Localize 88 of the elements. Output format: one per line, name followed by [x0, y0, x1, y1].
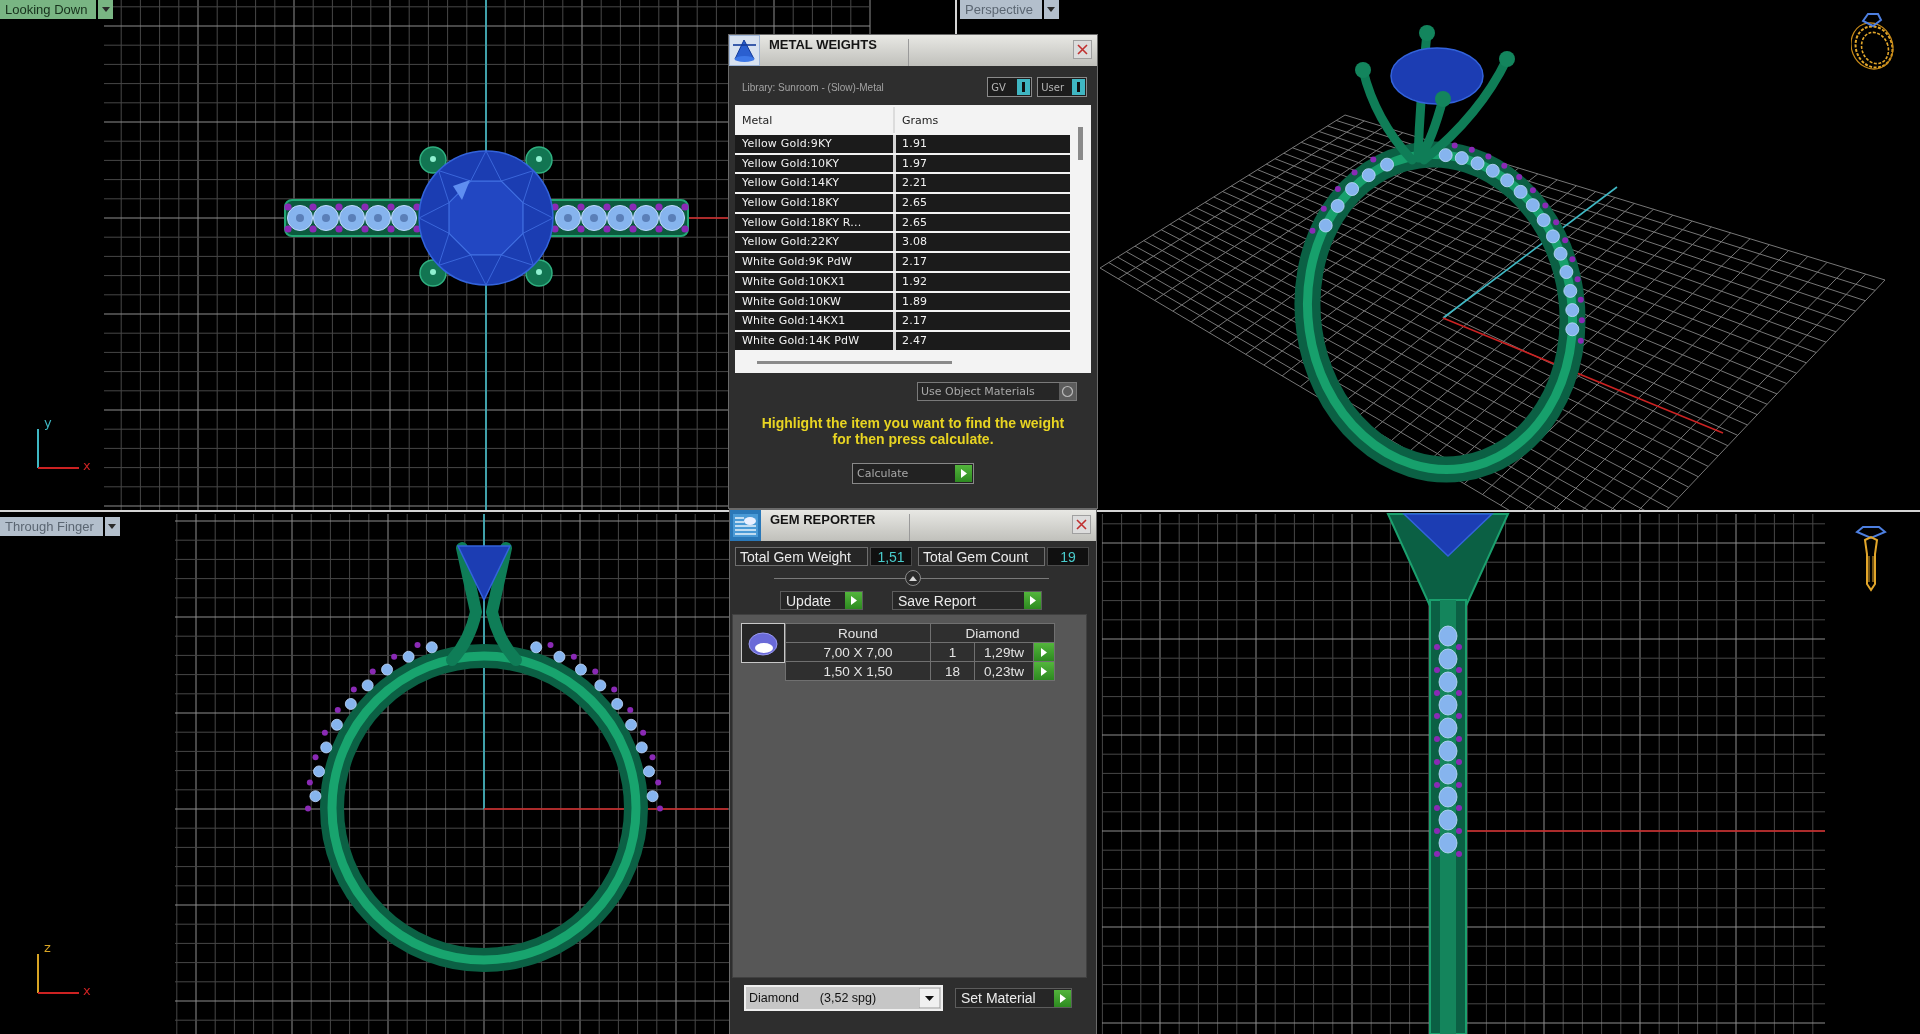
table-row[interactable]: Yellow Gold:10KY 1.97: [735, 154, 1070, 173]
table-cell: 0,23tw: [975, 662, 1033, 680]
ring-side-icon[interactable]: [1855, 526, 1887, 592]
table-cell: 1,29tw: [975, 643, 1033, 661]
table-cell: 18: [931, 662, 974, 680]
table-row[interactable]: White Gold:14K PdW 2.47: [735, 331, 1070, 350]
axis-label: y: [44, 416, 52, 430]
table-cell-text: White Gold:14K PdW: [741, 332, 861, 349]
table-cell: 2.47: [893, 331, 1070, 350]
table-cell-text: White Gold:14KX1: [741, 313, 847, 330]
material-dropdown[interactable]: Diamond (3,52 spg): [744, 985, 943, 1011]
action-button[interactable]: Update: [780, 591, 863, 610]
play-icon: [1059, 993, 1066, 1003]
caret-icon: [1047, 7, 1056, 12]
use-object-materials-toggle[interactable]: Use Object Materials: [917, 382, 1077, 401]
axis-icon: [37, 429, 79, 469]
dialog-title: METAL WEIGHTS: [768, 36, 878, 52]
column-header: Metal: [741, 112, 774, 129]
table-row[interactable]: Yellow Gold:18KY 2.65: [735, 194, 1070, 212]
close-button[interactable]: [1072, 515, 1091, 534]
axis-label: x: [83, 459, 91, 473]
column-header: Diamond: [931, 624, 1054, 642]
column-header: Grams: [893, 107, 1070, 133]
table-row[interactable]: Yellow Gold:14KY 2.21: [735, 174, 1070, 193]
play-icon: [960, 469, 967, 478]
horizontal-scrollbar[interactable]: [757, 361, 952, 364]
table-row[interactable]: White Gold:14KX1 2.17: [735, 312, 1070, 330]
toggle-switch[interactable]: User: [1037, 77, 1087, 97]
table-cell: 1: [931, 643, 974, 661]
table-cell: 1.92: [893, 272, 1070, 291]
table-cell: 7,00 X 7,00: [786, 643, 930, 661]
balance-scale-icon: [729, 35, 760, 66]
table-cell-text: Yellow Gold:18KY R...: [741, 214, 863, 231]
total-value: 19: [1047, 547, 1089, 566]
table-cell-text: Yellow Gold:18KY: [741, 195, 841, 212]
toggle-switch[interactable]: GV: [987, 77, 1033, 97]
axis-icon: [37, 954, 79, 994]
column-header: Round: [786, 624, 930, 642]
table-row[interactable]: White Gold:10KX1 1.92: [735, 272, 1070, 291]
library-label: Library: Sunroom - (Slow)-Metal: [742, 81, 884, 93]
table-cell-text: White Gold:10KW: [741, 293, 843, 310]
play-icon: [1029, 596, 1036, 605]
table-cell-text: Yellow Gold:10KY: [741, 155, 841, 172]
table-cell: 1.91: [893, 135, 1070, 153]
caret-icon: [919, 988, 940, 1008]
gem-icon: [741, 623, 785, 663]
ring-icon[interactable]: [1851, 12, 1895, 71]
total-label: Total Gem Weight: [735, 547, 868, 566]
table-row[interactable]: White Gold:10KW 1.89: [735, 292, 1070, 311]
calculate-button[interactable]: Calculate: [852, 463, 974, 484]
close-button[interactable]: [1073, 40, 1092, 59]
table-row[interactable]: Yellow Gold:22KY 3.08: [735, 233, 1070, 252]
total-label: Total Gem Count: [918, 547, 1045, 566]
instruction-text: Highlight the item you want to find the weight for then press calculate.: [760, 415, 1066, 447]
row-play-button[interactable]: [1034, 643, 1054, 661]
table-cell: 2.17: [893, 253, 1070, 271]
report-icon: [730, 510, 761, 541]
caret-icon: [108, 524, 117, 529]
viewport-tab[interactable]: Looking Down: [0, 0, 97, 19]
set-material-button[interactable]: Set Material: [955, 988, 1072, 1008]
viewport-menu-button[interactable]: [104, 517, 120, 536]
caret-up-icon: [908, 575, 917, 581]
row-play-button[interactable]: [1034, 662, 1054, 680]
action-button[interactable]: Save Report: [892, 591, 1042, 610]
table-cell-text: Yellow Gold:14KY: [741, 175, 841, 192]
table-cell: 1,50 X 1,50: [786, 662, 930, 680]
axis-label: x: [83, 984, 91, 998]
close-icon: [1076, 519, 1087, 530]
play-icon: [850, 596, 857, 605]
table-cell-text: Yellow Gold:22KY: [741, 234, 841, 251]
caret-icon: [101, 7, 110, 12]
table-cell: 2.65: [893, 194, 1070, 212]
table-row[interactable]: White Gold:9K PdW 2.17: [735, 253, 1070, 271]
dialog-title: GEM REPORTER: [769, 511, 877, 527]
axis-label: z: [44, 941, 51, 955]
viewport-menu-button[interactable]: [98, 0, 114, 19]
table-row[interactable]: Yellow Gold:18KY R... 2.65: [735, 213, 1070, 232]
table-row[interactable]: Yellow Gold:9KY 1.91: [735, 135, 1070, 153]
vertical-scrollbar[interactable]: [1078, 127, 1083, 160]
table-cell: 2.17: [893, 312, 1070, 330]
close-icon: [1077, 44, 1088, 55]
table-cell-text: White Gold:10KX1: [741, 273, 847, 290]
collapse-button[interactable]: [904, 570, 921, 586]
total-value: 1,51: [870, 547, 912, 566]
table-cell-text: Yellow Gold:9KY: [741, 136, 833, 152]
viewport-menu-button[interactable]: [1043, 0, 1059, 19]
table-cell-text: White Gold:9K PdW: [741, 254, 854, 271]
axis-line: [687, 217, 729, 219]
